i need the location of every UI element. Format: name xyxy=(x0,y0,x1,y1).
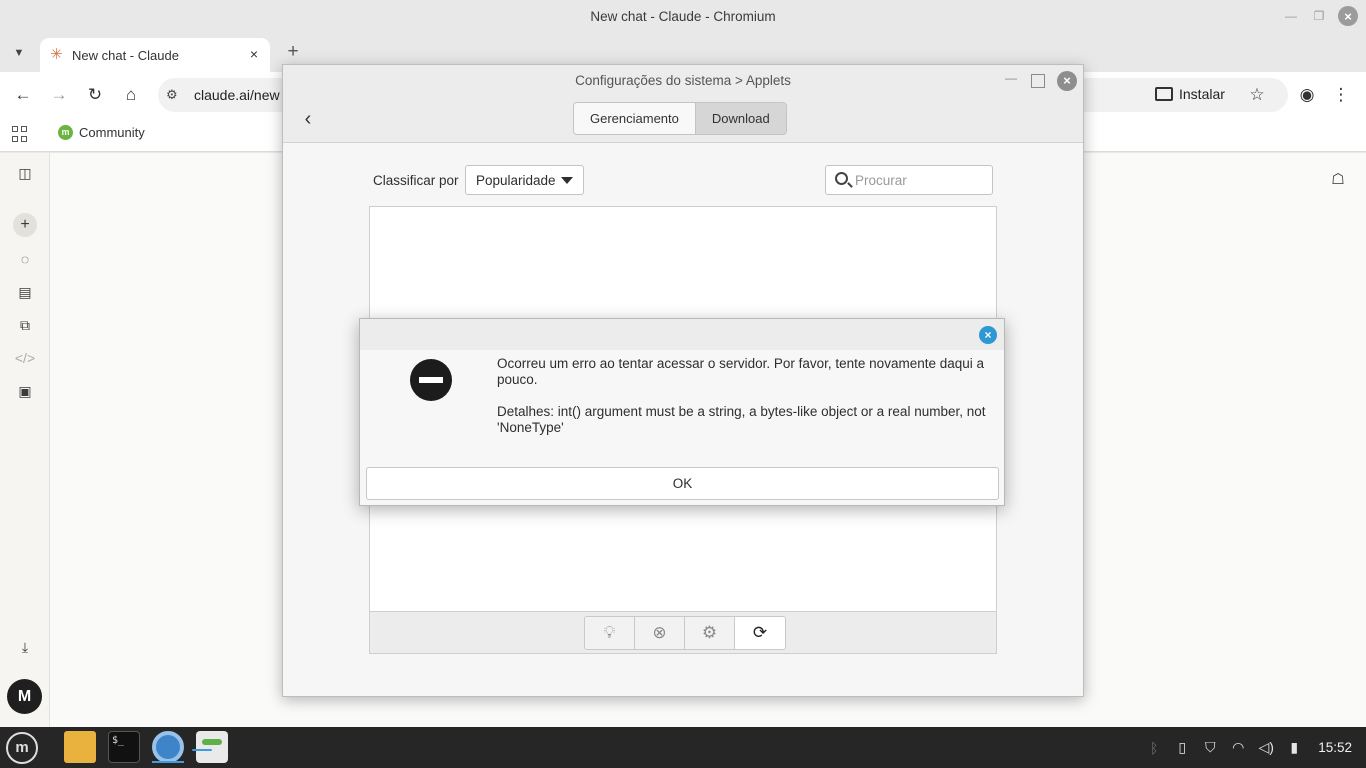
settings-header: Configurações do sistema > Applets — × ‹… xyxy=(283,65,1083,143)
settings-app-icon[interactable] xyxy=(192,731,228,763)
linux-mint-menu-icon[interactable]: m xyxy=(6,732,38,764)
download-icon[interactable]: ⤓ xyxy=(13,635,37,659)
forward-icon[interactable]: → xyxy=(46,82,72,108)
info-lightbulb-icon[interactable]: 💡︎ xyxy=(585,617,635,649)
chats-icon[interactable]: ◌ xyxy=(13,247,37,271)
tab-title: New chat - Claude xyxy=(72,48,179,63)
maximize-icon[interactable] xyxy=(1031,74,1045,88)
incognito-ghost-icon[interactable]: ☖ xyxy=(1328,170,1348,190)
caret-down-icon xyxy=(561,177,573,184)
profile-icon[interactable]: ◉ xyxy=(1294,82,1320,108)
sidebar-toggle-icon[interactable]: ◫ xyxy=(13,161,37,185)
bookmark-label: Community xyxy=(79,125,145,140)
home-icon[interactable]: ⌂ xyxy=(118,82,144,108)
system-tray: ᛒ ▯ ⛉ ◠ ◁) ▮ 15:52 xyxy=(1146,739,1352,756)
tab-search-icon[interactable]: ▼ xyxy=(6,40,32,66)
error-icon xyxy=(410,359,452,401)
battery-icon[interactable]: ▮ xyxy=(1286,739,1302,756)
dialog-header: × xyxy=(360,319,1004,350)
error-dialog: × Ocorreu um erro ao tentar acessar o se… xyxy=(359,318,1005,506)
claude-sidebar: ◫ + ◌ ▤ ⧉ </> ▣ ⤓ M xyxy=(0,153,50,727)
tab-download[interactable]: Download xyxy=(694,103,786,134)
new-chat-icon[interactable]: + xyxy=(13,213,37,237)
list-footer-toolbar: 💡︎ ⊗ ⚙ ⟳ xyxy=(369,612,997,654)
shield-icon[interactable]: ⛉ xyxy=(1202,739,1218,756)
wifi-icon[interactable]: ◠ xyxy=(1230,739,1246,756)
code-icon[interactable]: </> xyxy=(13,346,37,370)
terminal-app-icon[interactable]: $_ xyxy=(108,731,140,763)
menu-icon[interactable]: ⋮ xyxy=(1328,82,1354,108)
reload-icon[interactable]: ↻ xyxy=(82,82,108,108)
settings-title: Configurações do sistema > Applets xyxy=(575,73,791,88)
minimize-icon[interactable]: — xyxy=(1282,7,1300,25)
url-text: claude.ai/new xyxy=(194,87,280,103)
tab-new-chat[interactable]: ✳ New chat - Claude × xyxy=(40,38,270,72)
ok-button[interactable]: OK xyxy=(366,467,999,500)
sort-dropdown[interactable]: Popularidade xyxy=(465,165,584,195)
back-icon[interactable]: ← xyxy=(10,82,36,108)
error-message: Ocorreu um erro ao tentar acessar o serv… xyxy=(497,356,985,387)
site-info-icon[interactable]: ⚙ xyxy=(166,87,178,103)
files-app-icon[interactable] xyxy=(64,731,96,763)
close-icon[interactable]: × xyxy=(1057,71,1077,91)
close-window-icon[interactable]: × xyxy=(1338,6,1358,26)
briefcase-icon[interactable]: ▣ xyxy=(13,379,37,403)
close-icon[interactable]: × xyxy=(979,326,997,344)
minimize-icon[interactable]: — xyxy=(1003,71,1019,87)
update-icon[interactable]: ▯ xyxy=(1174,739,1190,756)
clock[interactable]: 15:52 xyxy=(1318,740,1352,755)
configure-gear-icon[interactable]: ⚙ xyxy=(685,617,735,649)
new-tab-icon[interactable]: + xyxy=(282,42,304,64)
maximize-icon[interactable]: ❐ xyxy=(1310,7,1328,25)
search-icon xyxy=(835,172,848,185)
volume-icon[interactable]: ◁) xyxy=(1258,739,1274,756)
search-field[interactable] xyxy=(825,165,993,195)
window-title: New chat - Claude - Chromium xyxy=(590,9,776,24)
refresh-icon[interactable]: ⟳ xyxy=(735,617,785,649)
taskbar: m $_ ᛒ ▯ ⛉ ◠ ◁) ▮ 15:52 xyxy=(0,727,1366,768)
install-icon xyxy=(1155,87,1173,101)
user-avatar[interactable]: M xyxy=(7,679,42,714)
search-input[interactable] xyxy=(855,171,985,189)
install-label: Instalar xyxy=(1179,86,1225,102)
back-chevron-icon[interactable]: ‹ xyxy=(297,109,319,131)
bookmark-community[interactable]: m Community xyxy=(58,125,145,140)
bookmark-star-icon[interactable]: ☆ xyxy=(1244,82,1270,108)
projects-icon[interactable]: ▤ xyxy=(13,280,37,304)
tab-gerenciamento[interactable]: Gerenciamento xyxy=(574,103,695,134)
artifacts-icon[interactable]: ⧉ xyxy=(13,313,37,337)
apps-icon[interactable] xyxy=(12,126,28,142)
close-tab-icon[interactable]: × xyxy=(246,46,262,62)
browser-titlebar: New chat - Claude - Chromium — ❐ × xyxy=(0,0,1366,34)
uninstall-icon[interactable]: ⊗ xyxy=(635,617,685,649)
bluetooth-icon[interactable]: ᛒ xyxy=(1146,740,1162,756)
error-details: Detalhes: int() argument must be a strin… xyxy=(497,404,986,435)
sort-value: Popularidade xyxy=(476,173,556,188)
sort-label: Classificar por xyxy=(373,173,459,188)
chromium-app-icon[interactable] xyxy=(152,731,184,763)
settings-tabs: Gerenciamento Download xyxy=(573,102,787,135)
install-button[interactable]: Instalar xyxy=(1155,86,1225,102)
linux-mint-icon: m xyxy=(58,125,73,140)
claude-favicon-icon: ✳ xyxy=(50,46,63,63)
